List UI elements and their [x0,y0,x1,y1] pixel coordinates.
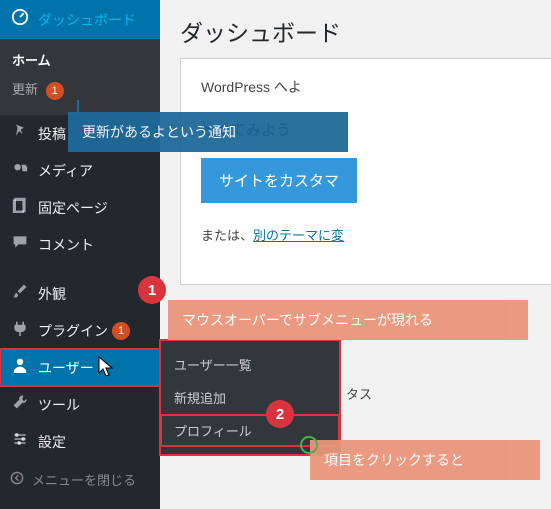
status-dot-icon [300,436,318,454]
dashboard-icon [10,8,30,31]
subnav-updates-label: 更新 [12,82,38,97]
plugins-badge: 1 [112,322,130,340]
user-icon [10,357,30,378]
customize-site-button[interactable]: サイトをカスタマ [201,158,357,203]
nav-plugins[interactable]: プラグイン 1 [0,312,160,349]
wrench-icon [10,394,30,415]
alt-theme-text: または、別のテーマに変 [201,225,551,244]
nav-tools-label: ツール [38,395,80,415]
nav-plugins-label: プラグイン [38,321,108,341]
nav-dashboard-submenu: ホーム 更新 1 [0,39,160,115]
comment-icon [10,234,30,255]
status-fragment: タス [346,384,372,403]
collapse-icon [10,471,24,488]
collapse-menu[interactable]: メニューを閉じる [0,460,160,499]
nav-pages[interactable]: 固定ページ [0,189,160,226]
brush-icon [10,283,30,304]
nav-tools[interactable]: ツール [0,386,160,423]
updates-badge: 1 [46,82,64,100]
nav-posts-label: 投稿 [38,124,66,144]
nav-users-label: ユーザー [38,358,94,378]
annotation-click-item: 項目をクリックすると [310,440,540,480]
submenu-profile-label: プロフィール [174,424,252,439]
page-icon [10,197,30,218]
annotation-badge-2: 2 [266,400,294,428]
nav-comments-label: コメント [38,235,94,255]
submenu-add-new[interactable]: 新規追加 [160,381,340,414]
plugin-icon [10,320,30,341]
nav-appearance-label: 外観 [38,284,66,304]
nav-dashboard[interactable]: ダッシュボード [0,0,160,39]
annotation-update-notice: 更新があるよという通知 [68,112,348,152]
nav-settings[interactable]: 設定 [0,423,160,460]
change-theme-link[interactable]: 別のテーマに変 [253,228,344,243]
subnav-updates[interactable]: 更新 1 [12,74,160,105]
nav-settings-label: 設定 [38,432,66,452]
sliders-icon [10,431,30,452]
annotation-hover-submenu: マウスオーバーでサブメニューが現れる [168,300,528,340]
nav-pages-label: 固定ページ [38,198,108,218]
nav-media-label: メディア [38,161,93,181]
page-title: ダッシュボード [180,0,551,58]
submenu-user-list[interactable]: ユーザー一覧 [160,348,340,381]
nav-media[interactable]: メディア [0,152,160,189]
nav-comments[interactable]: コメント [0,226,160,263]
welcome-panel: WordPress へよ 始めてみよう サイトをカスタマ または、別のテーマに変 [180,58,551,285]
subnav-home[interactable]: ホーム [12,45,160,74]
collapse-label: メニューを閉じる [32,470,136,489]
pin-icon [10,123,30,144]
nav-appearance[interactable]: 外観 [0,275,160,312]
panel-headline: WordPress へよ [201,77,551,97]
nav-users[interactable]: ユーザー [0,349,160,386]
alt-prefix: または、 [201,228,253,243]
admin-sidebar: ダッシュボード ホーム 更新 1 投稿 メディア 固定ページ コメント [0,0,160,509]
media-icon [10,160,30,181]
annotation-badge-1: 1 [138,276,166,304]
nav-dashboard-label: ダッシュボード [38,10,136,30]
